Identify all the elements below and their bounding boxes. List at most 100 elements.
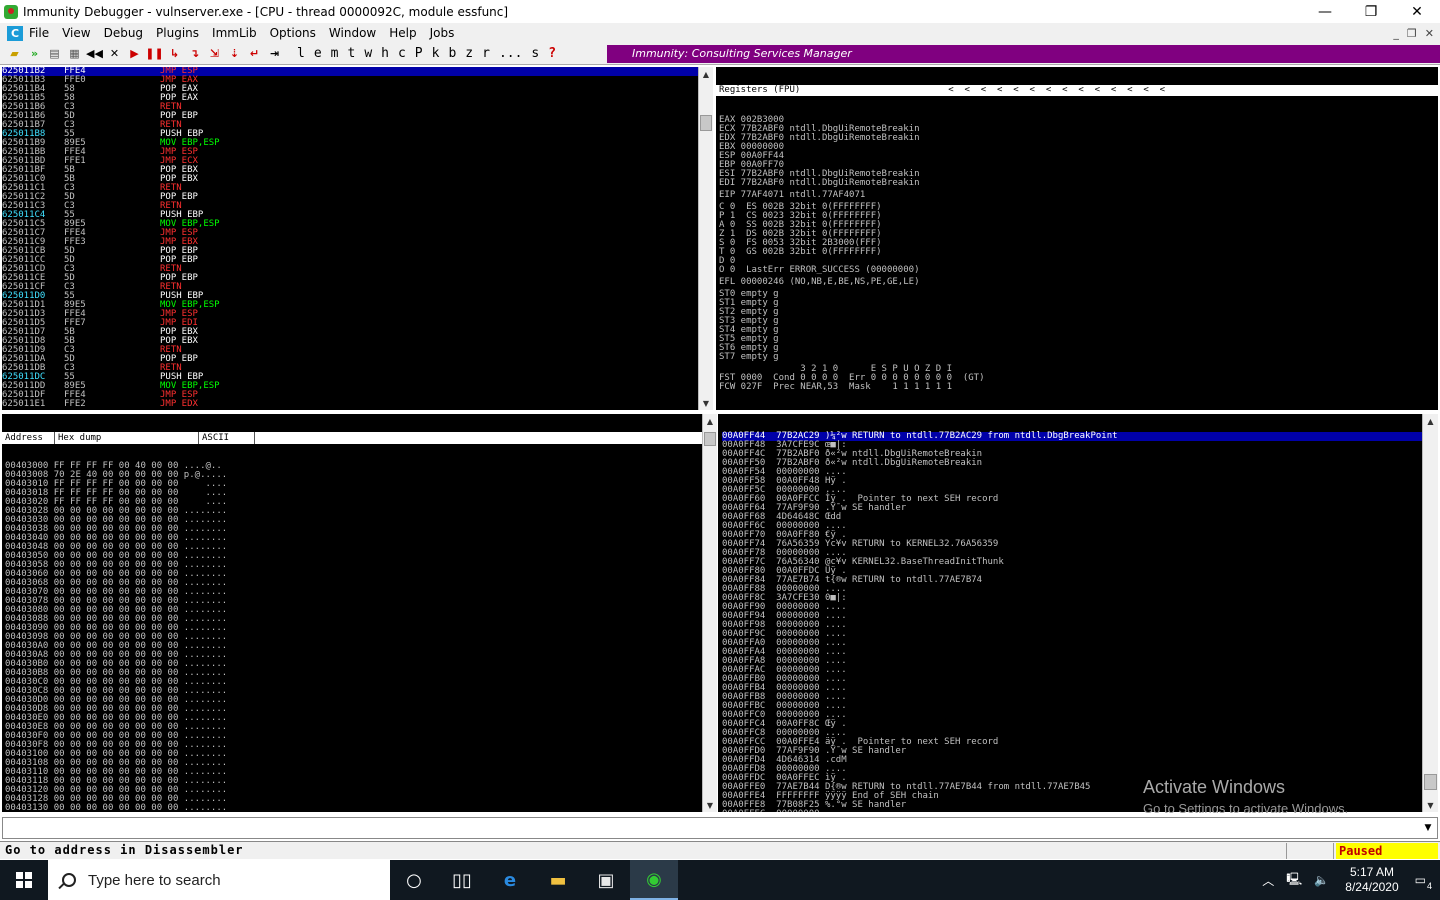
disasm-row[interactable]: 625011BF 5B POP EBX (2, 166, 698, 175)
disasm-row[interactable]: 625011DA 5D POP EBP (2, 355, 698, 364)
dump-header-ascii[interactable]: ASCII (199, 432, 255, 444)
disasm-row[interactable]: 625011D7 5B POP EBX (2, 328, 698, 337)
volume-icon[interactable]: 🔈 (1314, 873, 1329, 887)
toolbar-z[interactable]: z (465, 46, 473, 61)
register-line[interactable]: EDI 77B2ABF0 ntdll.DbgUiRemoteBreakin (719, 179, 1438, 188)
register-line[interactable]: ST2 empty g (719, 308, 1438, 317)
register-line[interactable]: EFL 00000246 (NO,NB,E,BE,NS,PE,GE,LE) (719, 278, 1438, 287)
trace-over-icon[interactable]: ⇣ (226, 46, 243, 62)
disasm-row[interactable]: 625011D1 89E5 MOV EBP,ESP (2, 301, 698, 310)
disasm-row[interactable]: 625011D9 C3 RETN (2, 346, 698, 355)
register-line[interactable]: EDX 77B2ABF0 ntdll.DbgUiRemoteBreakin (719, 134, 1438, 143)
disasm-row[interactable]: 625011DB C3 RETN (2, 364, 698, 373)
command-input[interactable]: ▼ (2, 817, 1438, 839)
toolbar-e[interactable]: e (314, 46, 322, 61)
menu-help[interactable]: Help (389, 26, 416, 40)
toolbar-c[interactable]: c (398, 46, 406, 61)
task-view-icon[interactable]: ▯▯ (438, 860, 486, 900)
module-icon[interactable]: ▦ (66, 46, 83, 62)
consulting-services-banner[interactable]: Immunity: Consulting Services Manager (607, 45, 1440, 63)
disasm-row[interactable]: 625011B6 C3 RETN (2, 103, 698, 112)
register-line[interactable]: FCW 027F Prec NEAR,53 Mask 1 1 1 1 1 1 (719, 383, 1438, 392)
scroll-up-icon[interactable]: ▲ (703, 414, 717, 428)
menu-view[interactable]: View (62, 26, 90, 40)
toolbar-b[interactable]: b (448, 46, 456, 61)
toolbar-m[interactable]: m (331, 46, 339, 61)
dump-header-address[interactable]: Address (2, 432, 55, 444)
disasm-row[interactable]: 625011D0 55 PUSH EBP (2, 292, 698, 301)
disasm-row[interactable]: 625011C3 C3 RETN (2, 202, 698, 211)
minimize-button[interactable]: — (1302, 0, 1348, 23)
disasm-row[interactable]: 625011B3 FFE0 JMP EAX (2, 76, 698, 85)
menu-plugins[interactable]: Plugins (156, 26, 199, 40)
toolbar-w[interactable]: w (364, 46, 372, 61)
toolbar-r[interactable]: r (482, 46, 490, 61)
cortana-icon[interactable]: ○ (390, 860, 438, 900)
dump-row[interactable]: 00403130 00 00 00 00 00 00 00 00 .......… (5, 804, 702, 813)
dump-scrollbar[interactable]: ▲ ▼ (702, 414, 717, 812)
toolbar-help[interactable]: ? (548, 46, 556, 61)
disasm-row[interactable]: 625011C1 C3 RETN (2, 184, 698, 193)
start-button[interactable] (0, 860, 48, 900)
disasm-row[interactable]: 625011B6 5D POP EBP (2, 112, 698, 121)
disasm-row[interactable]: 625011DD 89E5 MOV EBP,ESP (2, 382, 698, 391)
register-line[interactable]: ST1 empty g (719, 299, 1438, 308)
chevron-up-icon[interactable]: ︿ (1262, 872, 1274, 889)
disasm-row[interactable]: 625011D3 FFE4 JMP ESP (2, 310, 698, 319)
stack-scrollbar[interactable]: ▲ ▼ (1422, 414, 1438, 812)
toolbar-h[interactable]: h (381, 46, 389, 61)
register-line[interactable]: EIP 77AF4071 ntdll.77AF4071 (719, 191, 1438, 200)
immunity-debugger-taskbar-icon[interactable]: ◉ (630, 860, 678, 900)
run-icon[interactable]: ▶ (126, 46, 143, 62)
scroll-up-icon[interactable]: ▲ (699, 67, 713, 81)
taskbar-search[interactable]: Type here to search (48, 860, 390, 900)
register-line[interactable]: ST4 empty g (719, 326, 1438, 335)
cpu-window-icon[interactable]: C (7, 25, 23, 41)
toolbar-dots[interactable]: ... (499, 46, 522, 61)
notifications-icon[interactable]: ▭ 4 (1415, 873, 1432, 891)
disasm-row[interactable]: 625011BD FFE1 JMP ECX (2, 157, 698, 166)
register-nav-arrows[interactable]: < < < < < < < < < < < < < < (948, 85, 1165, 96)
register-line[interactable]: ESP 00A0FF44 (719, 152, 1438, 161)
toolbar-l[interactable]: l (297, 46, 305, 61)
toolbar-p[interactable]: P (415, 46, 423, 61)
scroll-up-icon[interactable]: ▲ (1423, 414, 1438, 428)
disasm-row[interactable]: 625011DF FFE4 JMP ESP (2, 391, 698, 400)
scroll-thumb[interactable] (1424, 774, 1437, 790)
register-line[interactable]: O 0 LastErr ERROR_SUCCESS (00000000) (719, 266, 1438, 275)
app-window-icon[interactable]: ▣ (582, 860, 630, 900)
restart-icon[interactable]: » (26, 46, 43, 62)
mdi-minimize-icon[interactable]: _ (1393, 27, 1399, 40)
trace-into-icon[interactable]: ⇲ (206, 46, 223, 62)
menu-debug[interactable]: Debug (104, 26, 143, 40)
attach-icon[interactable]: ▤ (46, 46, 63, 62)
disasm-row[interactable]: 625011C7 FFE4 JMP ESP (2, 229, 698, 238)
menu-immlib[interactable]: ImmLib (212, 26, 257, 40)
scroll-thumb[interactable] (700, 115, 712, 131)
pause-icon[interactable]: ❚❚ (145, 46, 163, 62)
close-button[interactable]: ✕ (1394, 0, 1440, 23)
mdi-restore-icon[interactable]: ❐ (1407, 27, 1417, 40)
toolbar-k[interactable]: k (432, 46, 440, 61)
disassembler-pane[interactable]: 625011B2 FFE4 JMP ESP 625011B3 FFE0 JMP EAX 62… (2, 67, 698, 410)
register-line[interactable]: ST5 empty g (719, 335, 1438, 344)
dump-header-hex[interactable]: Hex dump (55, 432, 199, 444)
disasm-row[interactable]: 625011C4 55 PUSH EBP (2, 211, 698, 220)
disasm-row[interactable]: 625011CD C3 RETN (2, 265, 698, 274)
menu-jobs[interactable]: Jobs (430, 26, 455, 40)
edge-browser-icon[interactable]: e (486, 860, 534, 900)
disasm-row[interactable]: 625011B7 C3 RETN (2, 121, 698, 130)
network-icon[interactable]: 🖳 (1286, 870, 1302, 891)
register-line[interactable]: T 0 GS 002B 32bit 0(FFFFFFFF) (719, 248, 1438, 257)
disasm-row[interactable]: 625011C2 5D POP EBP (2, 193, 698, 202)
disasm-row[interactable]: 625011CF C3 RETN (2, 283, 698, 292)
disasm-row[interactable]: 625011B2 FFE4 JMP ESP (2, 67, 698, 76)
disasm-row[interactable]: 625011B4 58 POP EAX (2, 85, 698, 94)
toolbar-s[interactable]: s (531, 46, 539, 61)
disasm-row[interactable]: 625011C9 FFE3 JMP EBX (2, 238, 698, 247)
disassembler-scrollbar[interactable]: ▲ ▼ (698, 67, 713, 410)
disasm-row[interactable]: 625011C0 5B POP EBX (2, 175, 698, 184)
hex-dump-pane[interactable]: Address Hex dump ASCII 00403000 FF FF FF… (2, 414, 702, 812)
execute-till-return-icon[interactable]: ↵ (246, 46, 263, 62)
clock[interactable]: 5:17 AM 8/24/2020 (1345, 865, 1398, 895)
